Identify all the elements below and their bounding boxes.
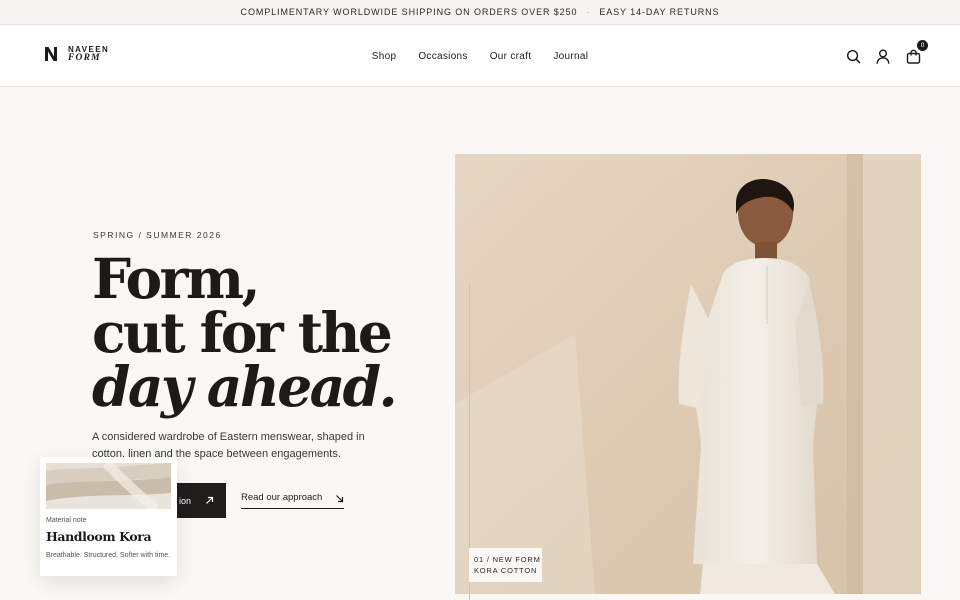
folded-fabric-image — [46, 463, 171, 509]
caption-line-1: 01 / NEW FORM — [474, 555, 541, 564]
nav-item-our-craft[interactable]: Our craft — [490, 51, 532, 62]
caption-line-2: KORA COTTON — [474, 566, 538, 575]
headline-line-3: day ahead. — [92, 354, 398, 419]
account-button[interactable] — [874, 47, 892, 65]
announcement-bar: COMPLIMENTARY WORLDWIDE SHIPPING ON ORDE… — [0, 0, 960, 25]
arrow-up-right-icon — [206, 496, 214, 504]
brand-logo[interactable]: NAVEEN FORM — [44, 45, 109, 63]
search-icon — [846, 49, 860, 63]
read-approach-link[interactable]: Read our approach — [241, 492, 344, 509]
secondary-cta-label: Read our approach — [241, 492, 323, 503]
header-actions: 0 — [832, 40, 928, 65]
arrow-down-right-icon — [336, 495, 344, 503]
brand-wordmark: NAVEEN FORM — [68, 45, 109, 63]
material-description: Breathable. Structured. Softer with time… — [46, 552, 171, 559]
season-eyebrow: SPRING / SUMMER 2026 — [93, 230, 222, 240]
fabric-illustration — [46, 463, 171, 509]
model-illustration — [455, 154, 921, 594]
shipping-notice: COMPLIMENTARY WORLDWIDE SHIPPING ON ORDE… — [240, 7, 578, 17]
hero-image-caption: 01 / NEW FORM KORA COTTON — [469, 548, 542, 582]
material-note-label: Material note — [46, 517, 87, 524]
site-header: NAVEEN FORM Shop Occasions Our craft Jou… — [0, 25, 960, 87]
search-button[interactable] — [844, 47, 862, 65]
primary-cta-label: ion — [178, 495, 191, 506]
nav-item-shop[interactable]: Shop — [372, 51, 397, 62]
announcement-separator: · — [586, 7, 591, 17]
main-nav: Shop Occasions Our craft Journal — [0, 25, 960, 87]
nav-item-occasions[interactable]: Occasions — [418, 51, 467, 62]
material-title: Handloom Kora — [46, 529, 152, 544]
nav-item-journal[interactable]: Journal — [553, 51, 588, 62]
returns-notice: EASY 14-DAY RETURNS — [599, 7, 720, 17]
material-note-card[interactable]: Material note Handloom Kora Breathable. … — [40, 457, 177, 576]
headline-line-1: Form, — [92, 246, 261, 311]
headline-line-2: cut for the — [92, 300, 393, 365]
hero-model-image — [455, 154, 921, 594]
cart-count-badge: 0 — [917, 40, 928, 51]
hero-headline: Form, cut for the day ahead. — [92, 246, 398, 419]
n-monogram-icon — [45, 47, 57, 61]
bag-icon — [906, 49, 920, 64]
user-icon — [876, 49, 890, 64]
brand-line-2: FORM — [68, 53, 101, 63]
cart-button[interactable]: 0 — [904, 40, 928, 65]
